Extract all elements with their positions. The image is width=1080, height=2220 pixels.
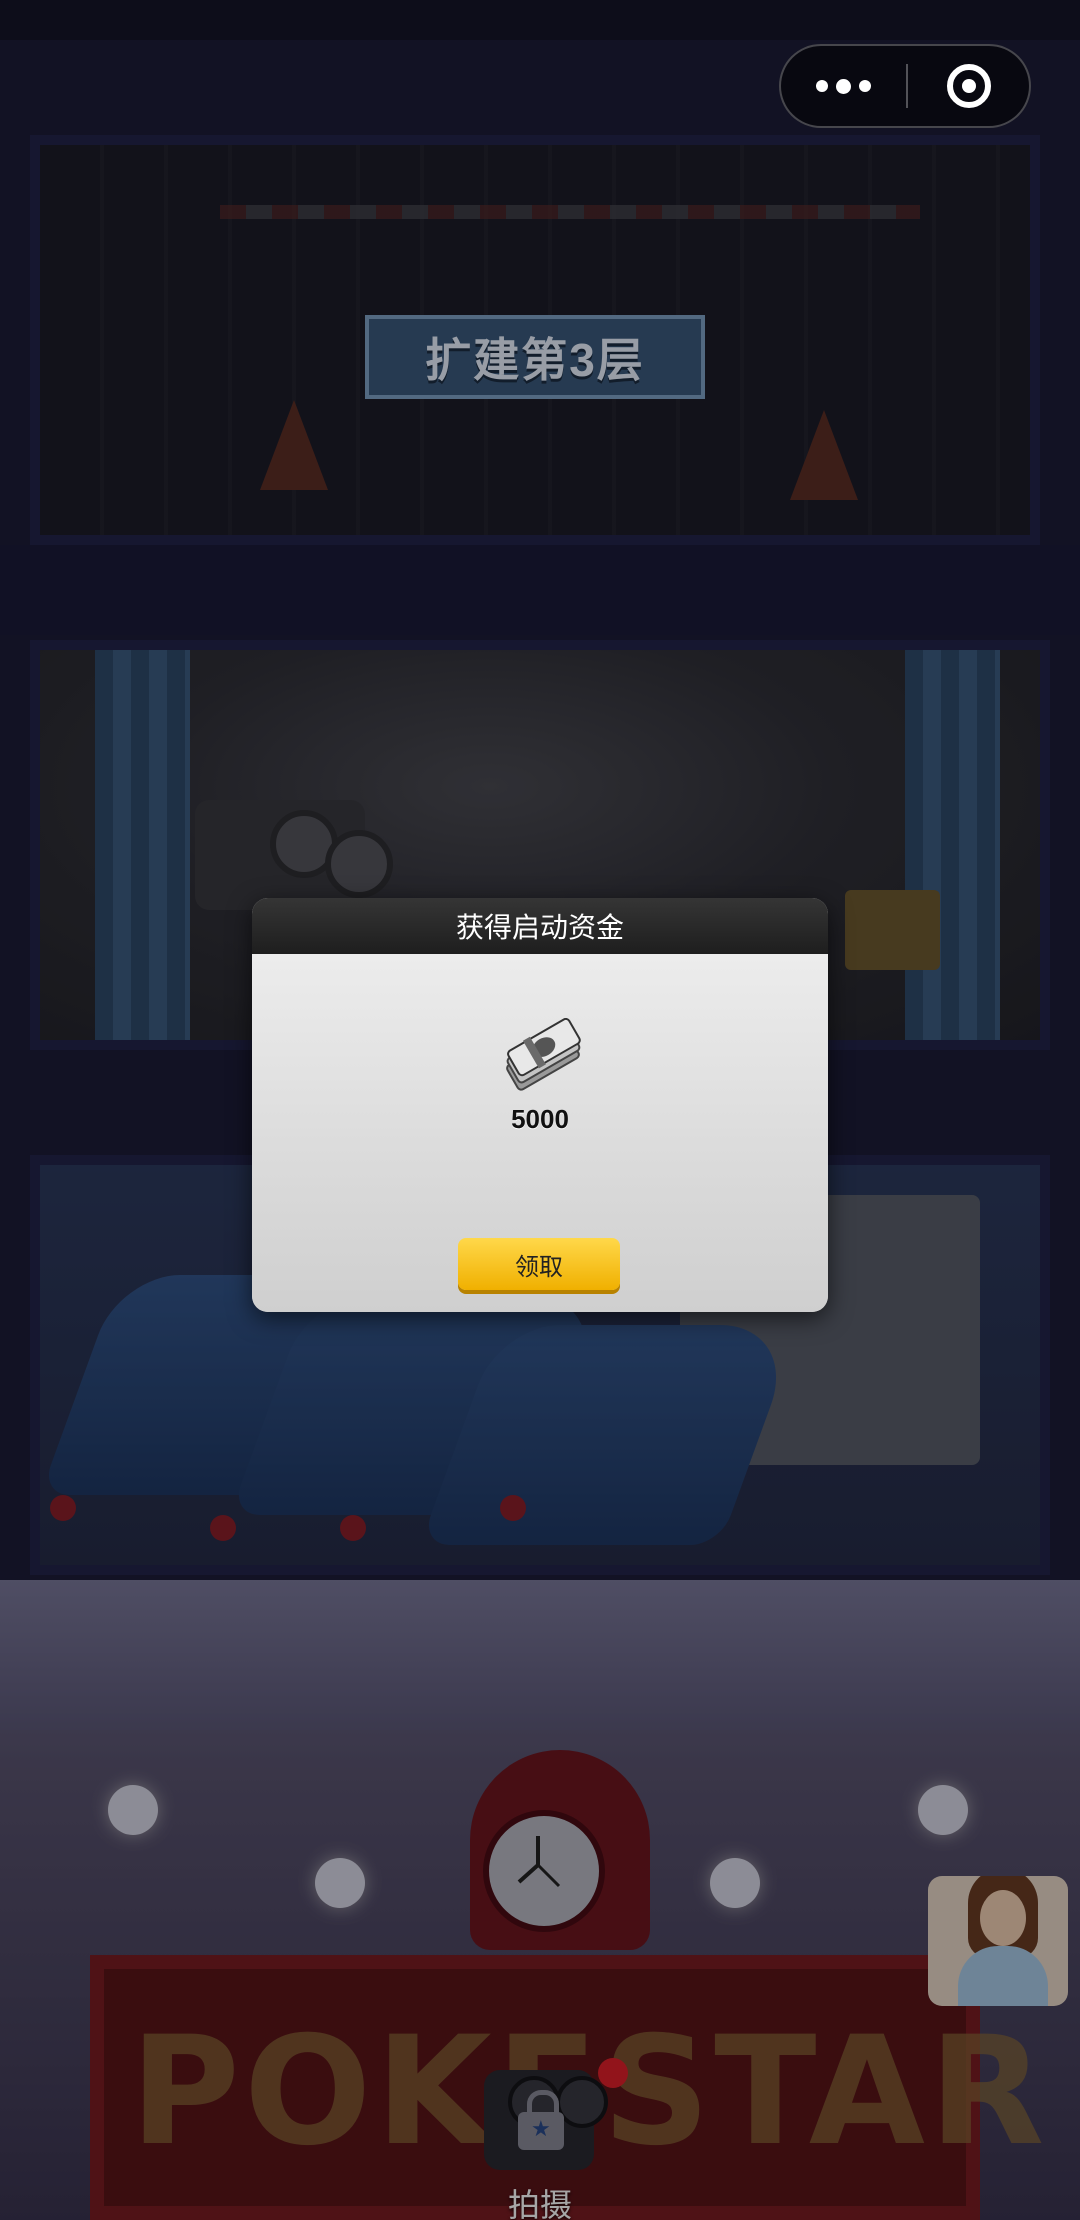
reward-dialog: 获得启动资金 5000 领取 [252, 898, 828, 1312]
miniprogram-capsule [779, 44, 1031, 128]
dialog-title: 获得启动资金 [252, 898, 828, 954]
cash-stack-icon [496, 1017, 586, 1098]
reward-amount: 5000 [511, 1104, 569, 1134]
game-screen: 扩建第3层 ★ 拍摄 获得启动资金 5000 领取 [0, 0, 1080, 2220]
dialog-body: 5000 领取 [252, 954, 828, 1312]
target-circle-icon [946, 64, 991, 108]
claim-button[interactable]: 领取 [458, 1238, 620, 1290]
close-miniprogram-button[interactable] [908, 46, 1029, 126]
more-dots-icon[interactable] [781, 46, 906, 126]
